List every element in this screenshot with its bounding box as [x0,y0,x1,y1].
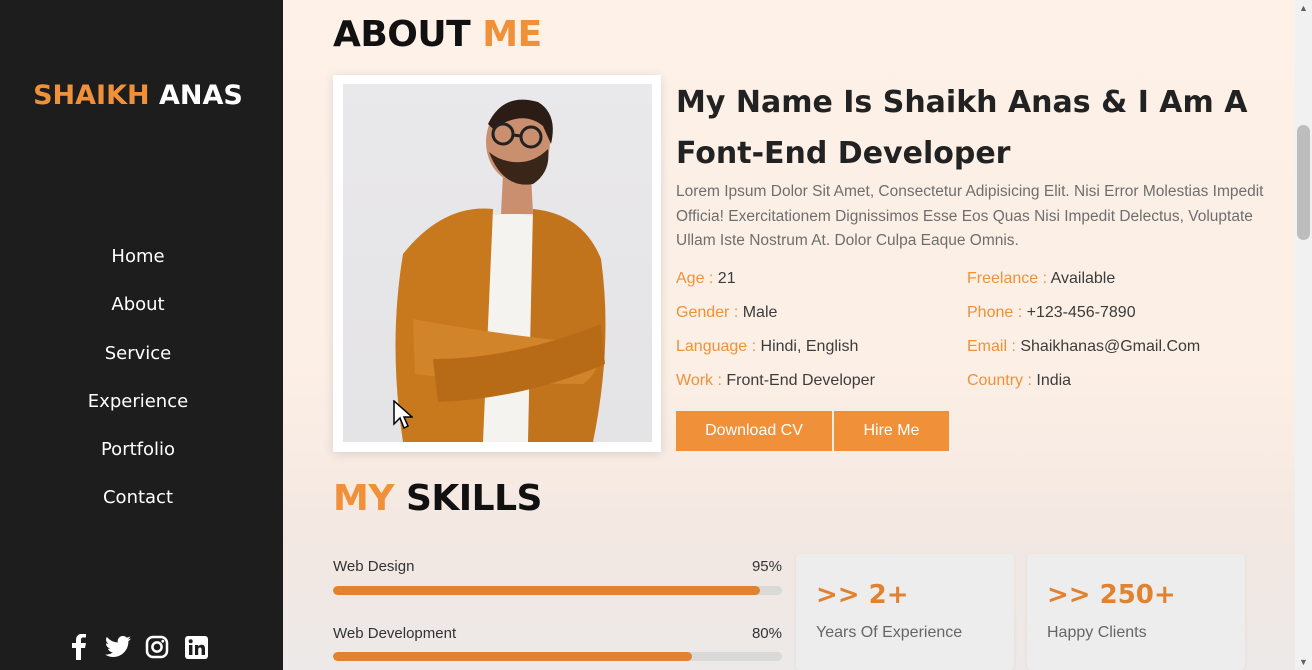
hire-me-button[interactable]: Hire Me [834,411,949,451]
nav-contact[interactable]: Contact [0,477,276,525]
info-phone: Phone : +123-456-7890 [967,304,1136,322]
info-key: Language : [676,338,757,355]
nav-home[interactable]: Home [0,236,276,284]
instagram-icon[interactable] [144,633,170,661]
skill-percent: 95% [751,558,782,575]
info-key: Age : [676,270,714,287]
about-title: My Name Is Shaikh Anas & I Am A Font-End… [676,85,1248,171]
scroll-down-icon[interactable]: ▼ [1297,656,1310,668]
info-key: Country : [967,372,1032,389]
skill-progress-fill [333,586,760,595]
logo-last-name: ANAS [159,80,243,111]
info-country: Country : India [967,372,1071,390]
about-heading-main: ABOUT [333,14,471,55]
stat-card-experience: >> 2+ Years Of Experience [796,554,1014,670]
info-email: Email : Shaikhanas@Gmail.Com [967,338,1200,356]
skills-heading-main: SKILLS [405,478,543,519]
info-value: Hindi, English [756,338,859,355]
profile-photo-frame [333,75,661,452]
skills-heading: MY SKILLS [333,478,542,519]
info-value: 21 [713,270,736,287]
info-key: Freelance : [967,270,1048,287]
info-value: Male [738,304,778,321]
twitter-icon[interactable] [105,633,131,661]
facebook-icon[interactable] [66,633,92,661]
mouse-pointer-icon [393,399,414,435]
stat-value: >> 250+ [1047,580,1176,610]
info-language: Language : Hindi, English [676,338,858,356]
skill-percent: 80% [751,625,782,642]
skill-name: Web Design [333,558,415,575]
sidebar: SHAIKH ANAS Home About Service Experienc… [0,0,283,670]
info-value: Available [1047,270,1116,287]
nav-about[interactable]: About [0,284,276,332]
skill-name: Web Development [333,625,457,642]
info-freelance: Freelance : Available [967,270,1115,288]
page-scrollbar[interactable] [1295,0,1312,670]
profile-photo [343,84,652,442]
info-key: Work : [676,372,722,389]
nav-service[interactable]: Service [0,333,276,381]
site-logo[interactable]: SHAIKH ANAS [0,80,276,111]
stat-label: Years Of Experience [816,624,963,641]
social-links [66,633,209,661]
about-heading-accent: ME [482,14,542,55]
stat-value: >> 2+ [816,580,909,610]
scroll-up-icon[interactable]: ▲ [1297,2,1310,14]
info-value: Shaikhanas@Gmail.Com [1015,338,1201,355]
skill-progress-track [333,652,782,661]
info-key: Phone : [967,304,1023,321]
info-gender: Gender : Male [676,304,777,322]
linkedin-icon[interactable] [183,633,209,661]
scrollbar-thumb[interactable] [1297,125,1310,240]
nav-portfolio[interactable]: Portfolio [0,429,276,477]
info-work: Work : Front-End Developer [676,372,875,390]
info-value: India [1031,372,1072,389]
nav-experience[interactable]: Experience [0,381,276,429]
info-value: Front-End Developer [721,372,875,389]
info-key: Email : [967,338,1016,355]
stat-label: Happy Clients [1047,624,1147,641]
download-cv-button[interactable]: Download CV [676,411,832,451]
info-key: Gender : [676,304,739,321]
stat-card-clients: >> 250+ Happy Clients [1027,554,1245,670]
skill-progress-fill [333,652,693,661]
about-heading: ABOUT ME [333,14,542,55]
info-value: +123-456-7890 [1022,304,1136,321]
main-nav: Home About Service Experience Portfolio … [0,236,276,526]
skills-heading-accent: MY [333,478,394,519]
logo-first-name: SHAIKH [33,80,150,111]
about-description: Lorem Ipsum Dolor Sit Amet, Consectetur … [676,183,1264,249]
info-age: Age : 21 [676,270,736,288]
skill-progress-track [333,586,782,595]
